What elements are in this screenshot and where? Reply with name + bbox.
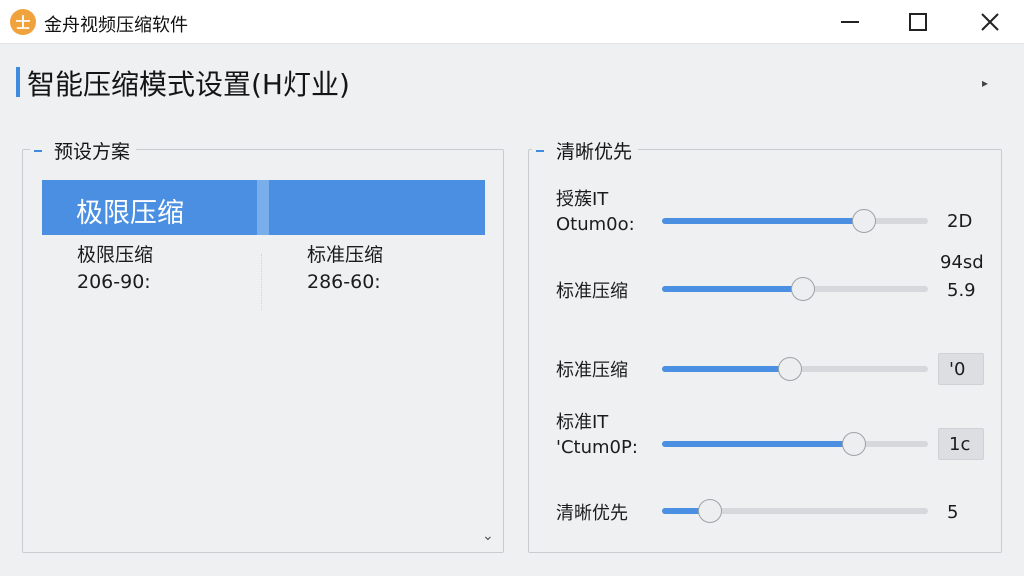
slider-label-line: 标准压缩 bbox=[556, 360, 628, 381]
slider-label-line: 标准压缩 bbox=[556, 281, 628, 302]
slider-1-value: 2D bbox=[947, 211, 973, 232]
slider-thumb[interactable] bbox=[778, 357, 802, 381]
slider-5[interactable] bbox=[662, 499, 928, 523]
slider-3-label: 标准压缩 bbox=[556, 358, 628, 383]
slider-2[interactable] bbox=[662, 277, 928, 301]
slider-fill bbox=[662, 441, 854, 447]
preset-name: 极限压缩 bbox=[77, 244, 154, 266]
slider-3-value[interactable]: '0 bbox=[938, 353, 984, 385]
slider-fill bbox=[662, 286, 803, 292]
close-icon bbox=[981, 13, 999, 31]
preset-value: 286-60: bbox=[307, 271, 381, 293]
slider-label-line: 授蔟IT bbox=[556, 189, 609, 210]
preset-name: 标准压缩 bbox=[307, 244, 384, 266]
slider-label-line: 'Ctum0P: bbox=[556, 437, 638, 458]
page-title: 智能压缩模式设置(H灯业) bbox=[27, 68, 350, 101]
slider-4-label: 标准IT 'Ctum0P: bbox=[556, 410, 638, 460]
expand-arrow-icon[interactable]: ▸ bbox=[982, 76, 988, 90]
slider-fill bbox=[662, 218, 864, 224]
legend-dash-icon bbox=[34, 149, 42, 152]
header-accent-bar bbox=[16, 67, 20, 97]
chevron-down-icon[interactable]: ⌄ bbox=[482, 528, 494, 544]
window-title: 金舟视频压缩软件 bbox=[44, 15, 188, 36]
preset-item-standard[interactable]: 标准压缩 286-60: bbox=[307, 242, 383, 296]
slider-thumb[interactable] bbox=[698, 499, 722, 523]
slider-group-title: 清晰优先 bbox=[556, 141, 633, 163]
preset-separator bbox=[261, 254, 262, 310]
legend-dash-icon bbox=[536, 149, 544, 152]
slider-4-value[interactable]: 1c bbox=[938, 428, 984, 460]
slider-label-line: Otum0o: bbox=[556, 214, 635, 235]
slider-fill bbox=[662, 366, 790, 372]
slider-thumb[interactable] bbox=[791, 277, 815, 301]
preset-selected-label: 极限压缩 bbox=[76, 198, 184, 229]
preset-group-title: 预设方案 bbox=[54, 141, 131, 163]
slider-5-label: 清晰优先 bbox=[556, 501, 628, 526]
preset-group-legend: 预设方案 bbox=[30, 137, 137, 164]
preset-item-selected[interactable]: 极限压缩 bbox=[42, 180, 485, 235]
preset-value: 206-90: bbox=[77, 271, 151, 293]
minimize-icon bbox=[841, 21, 859, 23]
slider-2-label: 标准压缩 bbox=[556, 279, 628, 304]
app-logo: 士 bbox=[10, 9, 36, 35]
maximize-icon bbox=[909, 13, 927, 31]
slider-4[interactable] bbox=[662, 432, 928, 456]
minimize-button[interactable] bbox=[822, 0, 878, 44]
slider-5-value: 5 bbox=[947, 502, 959, 523]
slider-1-label: 授蔟IT Otum0o: bbox=[556, 187, 635, 237]
slider-3[interactable] bbox=[662, 357, 928, 381]
slider-1[interactable] bbox=[662, 209, 928, 233]
preset-column-divider bbox=[257, 180, 269, 235]
title-bar: 士 金舟视频压缩软件 bbox=[0, 0, 1024, 44]
maximize-button[interactable] bbox=[890, 0, 946, 44]
slider-2-value: 5.9 bbox=[947, 280, 976, 301]
slider-thumb[interactable] bbox=[842, 432, 866, 456]
preset-item-extreme[interactable]: 极限压缩 206-90: bbox=[77, 242, 153, 296]
slider-group-legend: 清晰优先 bbox=[532, 137, 639, 164]
slider-label-line: 清晰优先 bbox=[556, 503, 628, 524]
slider-thumb[interactable] bbox=[852, 209, 876, 233]
close-button[interactable] bbox=[962, 0, 1018, 44]
slider-2-extra-value: 94sd bbox=[940, 252, 984, 273]
slider-label-line: 标准IT bbox=[556, 412, 609, 433]
